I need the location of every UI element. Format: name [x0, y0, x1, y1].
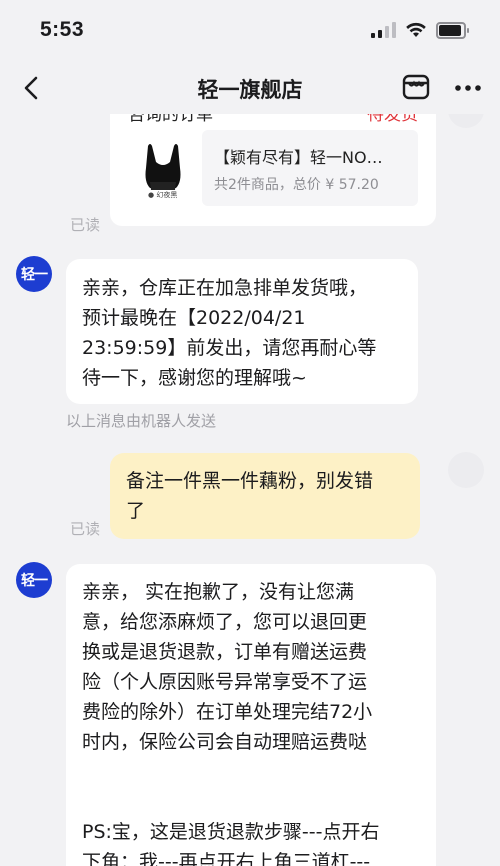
- chat-area[interactable]: 咨询的订单 待发货 ● 幻夜黑 【颖有尽有】轻一NO… 共2件商品，总价 ¥ 5…: [0, 114, 500, 866]
- robot-note: 以上消息由机器人发送: [66, 412, 217, 430]
- message-bubble[interactable]: 亲亲，仓库正在加急排单发货哦， 预计最晚在【2022/04/21 23:59:5…: [66, 259, 418, 404]
- wifi-icon: [406, 22, 426, 37]
- message-line: 备注一件黑一件藕粉，别发错: [126, 470, 374, 492]
- nav-bar: 轻一旗舰店: [0, 62, 500, 114]
- more-icon[interactable]: [450, 73, 486, 103]
- store-icon[interactable]: [400, 71, 432, 103]
- message-line: 时内，保险公司会自动理赔运费哒: [82, 731, 368, 753]
- user-avatar[interactable]: [448, 452, 484, 488]
- message-line: 费险的除外）在订单处理完结72小: [82, 701, 373, 723]
- message-line: 换或是退货退款，订单有赠送运费: [82, 641, 368, 663]
- order-info[interactable]: 【颖有尽有】轻一NO… 共2件商品，总价 ¥ 57.20: [202, 130, 418, 206]
- message-line: 亲亲， 实在抱歉了，没有让您满: [82, 581, 355, 603]
- message-line: 了: [126, 500, 146, 522]
- status-icons: [371, 20, 469, 40]
- read-receipt: 已读: [70, 520, 101, 538]
- order-status: 待发货: [367, 114, 418, 125]
- user-avatar[interactable]: [448, 114, 484, 128]
- order-card[interactable]: 咨询的订单 待发货 ● 幻夜黑 【颖有尽有】轻一NO… 共2件商品，总价 ¥ 5…: [110, 114, 436, 226]
- thumb-caption: ● 幻夜黑: [148, 191, 178, 199]
- shop-avatar[interactable]: 轻一: [16, 562, 52, 598]
- message-line: 亲亲，仓库正在加急排单发货哦，: [82, 277, 368, 299]
- message-line: 下角：我---再点开右上角三道杠---: [82, 851, 371, 866]
- message-line: 23:59:59】前发出，请您再耐心等: [82, 337, 377, 359]
- message-line: PS:宝，这是退货退款步骤---点开右: [82, 821, 380, 843]
- battery-icon: [436, 21, 469, 39]
- cellular-signal-icon: [371, 22, 396, 38]
- order-card-header: 咨询的订单: [128, 114, 213, 125]
- message-line: 险（个人原因账号异常享受不了运: [82, 671, 368, 693]
- message-line: 意，给您添麻烦了，您可以退回更: [82, 611, 368, 633]
- message-line: 预计最晚在【2022/04/21: [82, 307, 306, 329]
- status-bar: 5:53: [0, 0, 500, 62]
- message-bubble-me[interactable]: 备注一件黑一件藕粉，别发错 了: [110, 453, 420, 539]
- status-time: 5:53: [40, 18, 85, 41]
- message-line: 待一下，感谢您的理解哦~: [82, 367, 307, 389]
- shop-avatar[interactable]: 轻一: [16, 256, 52, 292]
- order-summary: 共2件商品，总价 ¥ 57.20: [214, 177, 379, 193]
- product-name: 【颖有尽有】轻一NO…: [214, 148, 383, 167]
- message-bubble[interactable]: 亲亲， 实在抱歉了，没有让您满 意，给您添麻烦了，您可以退回更 换或是退货退款，…: [66, 564, 436, 866]
- read-receipt: 已读: [70, 216, 101, 234]
